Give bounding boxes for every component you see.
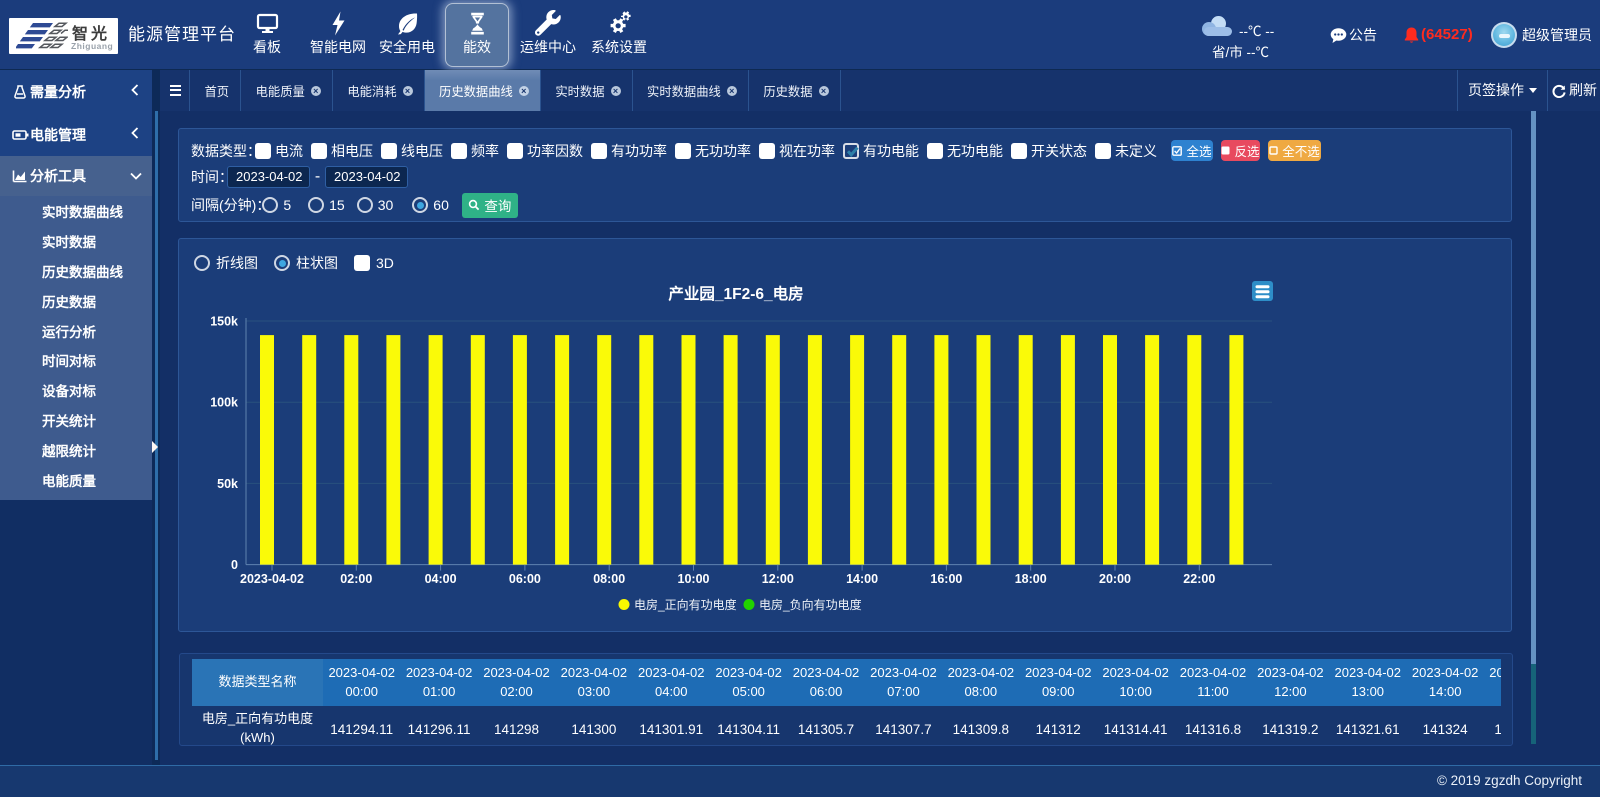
svg-text:10:00: 10:00 [678, 572, 710, 586]
svg-text:04:00: 04:00 [425, 572, 457, 586]
svg-text:12:00: 12:00 [762, 572, 794, 586]
svg-text:电房_正向有功电度: 电房_正向有功电度 [634, 597, 737, 612]
svg-text:22:00: 22:00 [1183, 572, 1215, 586]
svg-text:18:00: 18:00 [1015, 572, 1047, 586]
svg-text:2023-04-02: 2023-04-02 [240, 572, 304, 586]
svg-text:产业园_1F2-6_电房: 产业园_1F2-6_电房 [668, 284, 803, 303]
svg-text:100k: 100k [210, 396, 238, 410]
svg-text:08:00: 08:00 [593, 572, 625, 586]
svg-text:电房_负向有功电度: 电房_负向有功电度 [759, 597, 862, 612]
svg-text:02:00: 02:00 [340, 572, 372, 586]
svg-text:0: 0 [231, 558, 238, 572]
svg-text:150k: 150k [210, 315, 238, 329]
svg-text:50k: 50k [217, 477, 238, 491]
svg-text:14:00: 14:00 [846, 572, 878, 586]
svg-text:06:00: 06:00 [509, 572, 541, 586]
svg-text:16:00: 16:00 [930, 572, 962, 586]
svg-text:20:00: 20:00 [1099, 572, 1131, 586]
